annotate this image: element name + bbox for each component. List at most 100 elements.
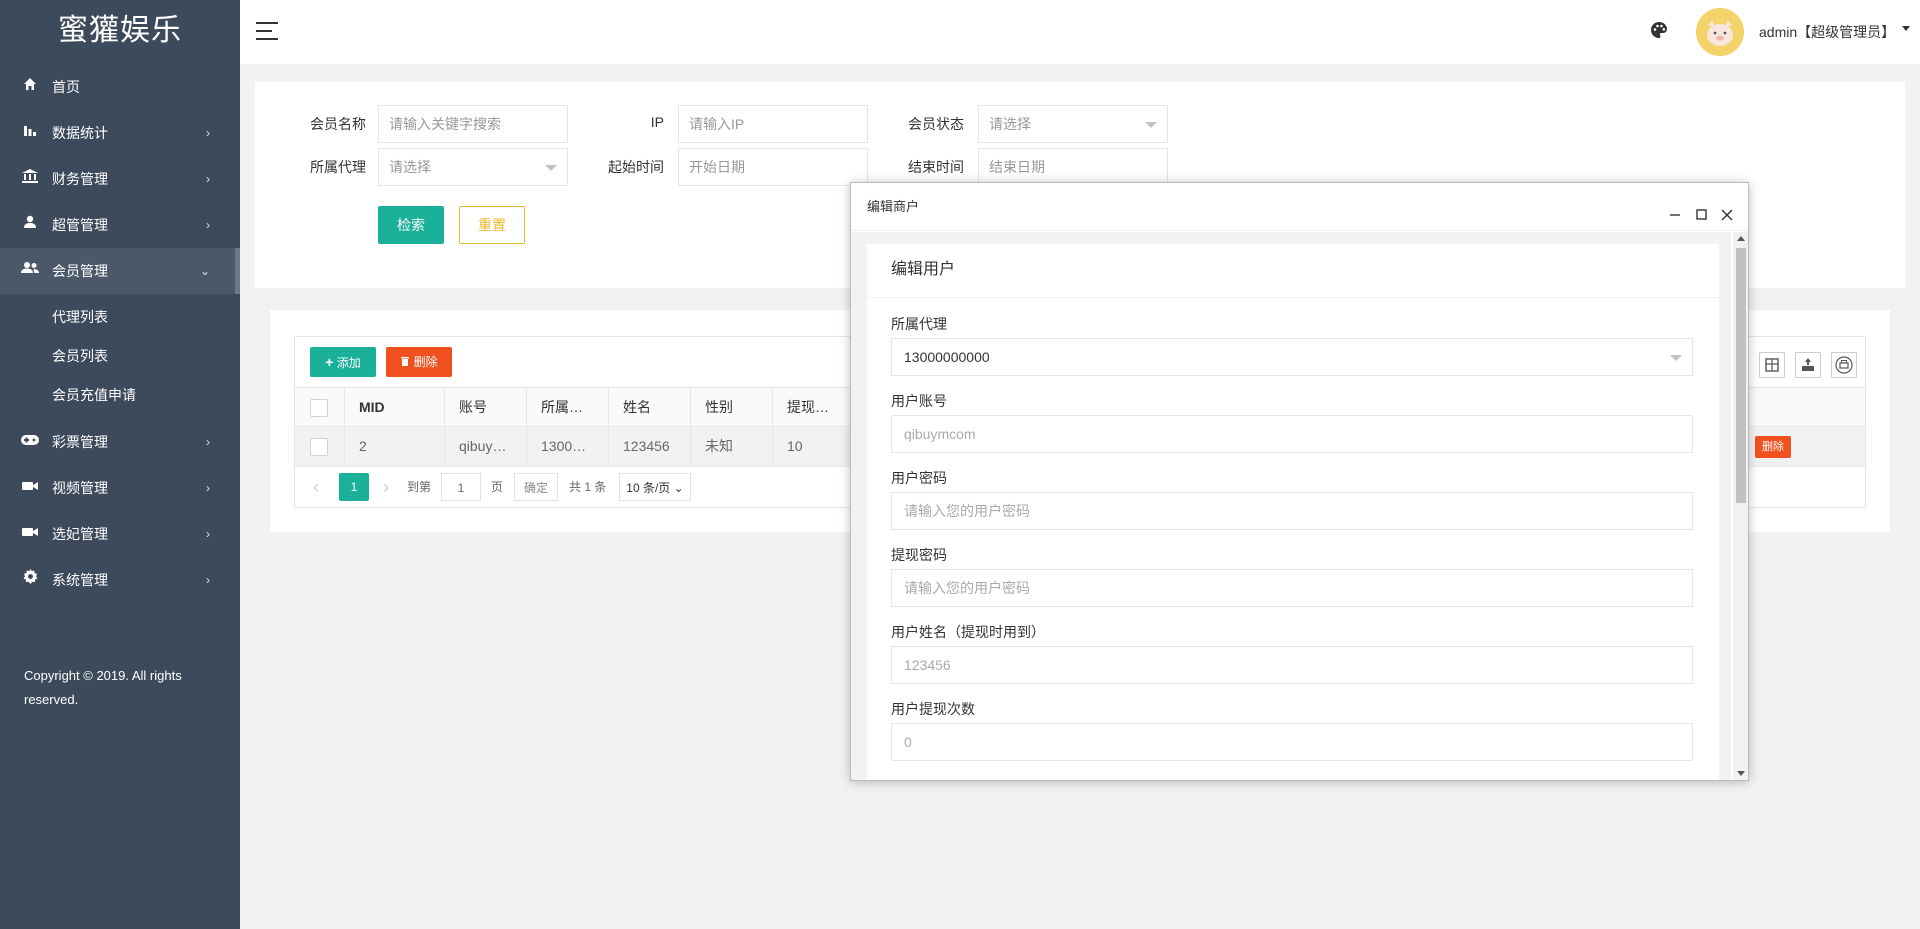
- gamepad-icon: [20, 419, 40, 465]
- scroll-up-icon[interactable]: [1737, 236, 1745, 241]
- chevron-right-icon: ›: [206, 218, 210, 232]
- minimize-icon[interactable]: [1665, 197, 1685, 217]
- sidebar-subitem-agents[interactable]: 代理列表: [0, 298, 240, 337]
- scroll-thumb[interactable]: [1736, 248, 1746, 503]
- card-title: 编辑用户: [867, 244, 1719, 298]
- caret-down-icon: [1670, 355, 1682, 361]
- column-header-label: MID: [359, 399, 385, 415]
- caret-down-icon[interactable]: [1902, 26, 1910, 31]
- user-icon: [20, 202, 40, 248]
- columns-filter-icon[interactable]: [1759, 352, 1785, 378]
- plus-icon: +: [325, 354, 334, 370]
- account-input[interactable]: qibuymcom: [891, 415, 1693, 453]
- status-label: 会员状态: [908, 116, 964, 132]
- goto-label: 到第: [407, 480, 432, 494]
- field-label-agent: 所属代理: [891, 316, 947, 332]
- page-label: 页: [491, 480, 504, 494]
- delete-button-label: 删除: [413, 355, 438, 369]
- scroll-down-icon[interactable]: [1737, 771, 1745, 776]
- field-label-real-name: 用户姓名（提现时用到）: [891, 624, 1045, 640]
- cell-name: 123456: [609, 427, 691, 465]
- end-date-label: 结束时间: [908, 159, 964, 175]
- sidebar-item-concubine[interactable]: 选妃管理 ›: [0, 511, 240, 557]
- member-name-input[interactable]: 请输入关键字搜索: [378, 105, 568, 143]
- prev-page-icon[interactable]: ‹: [313, 473, 329, 501]
- real-name-input[interactable]: 123456: [891, 646, 1693, 684]
- sidebar-item-video[interactable]: 视频管理 ›: [0, 465, 240, 511]
- sidebar-subitem-member-list[interactable]: 会员列表: [0, 337, 240, 376]
- members-submenu: 代理列表 会员列表 会员充值申请: [0, 294, 240, 419]
- cell-mid: 2: [345, 427, 445, 465]
- chevron-right-icon: ›: [206, 172, 210, 186]
- search-button[interactable]: 检索: [378, 206, 444, 244]
- sidebar-item-label: 首页: [52, 79, 80, 95]
- agent-select[interactable]: 请选择: [378, 148, 568, 186]
- status-select-value: 请选择: [989, 116, 1031, 132]
- sidebar-item-home[interactable]: 首页: [0, 64, 240, 110]
- chevron-right-icon: ›: [206, 435, 210, 449]
- reset-button[interactable]: 重置: [459, 206, 525, 244]
- sidebar-item-system[interactable]: 系统管理 ›: [0, 557, 240, 603]
- row-checkbox[interactable]: [310, 438, 328, 456]
- withdraw-password-input[interactable]: 请输入您的用户密码: [891, 569, 1693, 607]
- video-icon: [20, 465, 40, 511]
- sidebar-item-finance[interactable]: 财务管理 ›: [0, 156, 240, 202]
- close-icon[interactable]: [1717, 197, 1737, 221]
- bank-icon: [20, 156, 40, 202]
- caret-down-icon: [545, 165, 557, 171]
- ip-label: IP: [650, 114, 664, 130]
- copyright-text: Copyright © 2019. All rights reserved.: [24, 668, 182, 707]
- chevron-right-icon: ›: [206, 126, 210, 140]
- agent-select[interactable]: 13000000000: [891, 338, 1693, 376]
- avatar[interactable]: [1696, 8, 1744, 56]
- select-all-checkbox[interactable]: [310, 399, 328, 417]
- start-date-input[interactable]: 开始日期: [678, 148, 868, 186]
- field-label-password: 用户密码: [891, 470, 947, 486]
- goto-page-input[interactable]: 1: [441, 473, 481, 501]
- maximize-icon[interactable]: [1691, 197, 1711, 220]
- column-header-mid[interactable]: MID: [345, 388, 445, 426]
- next-page-icon[interactable]: ›: [383, 473, 399, 501]
- password-input[interactable]: 请输入您的用户密码: [891, 492, 1693, 530]
- add-button[interactable]: + 添加: [310, 347, 376, 377]
- per-page-value: 10 条/页: [626, 481, 671, 495]
- sidebar-item-super-admin[interactable]: 超管管理 ›: [0, 202, 240, 248]
- row-delete-button[interactable]: 删除: [1755, 436, 1791, 458]
- modal-title: 编辑商户: [867, 199, 920, 214]
- per-page-select[interactable]: 10 条/页 ⌄: [619, 473, 691, 501]
- trash-icon: [400, 355, 413, 369]
- withdraw-count-input[interactable]: 0: [891, 723, 1693, 761]
- gear-icon: [20, 557, 40, 603]
- sidebar-item-label: 会员管理: [52, 263, 108, 279]
- column-header-gender: 性别: [691, 388, 773, 426]
- sidebar-item-statistics[interactable]: 数据统计 ›: [0, 110, 240, 156]
- sidebar-item-lottery[interactable]: 彩票管理 ›: [0, 419, 240, 465]
- page-button-current[interactable]: 1: [339, 473, 369, 501]
- sidebar-subitem-recharge[interactable]: 会员充值申请: [0, 376, 240, 415]
- header-checkbox-cell: [295, 388, 345, 426]
- export-icon[interactable]: [1795, 352, 1821, 378]
- cell-withdraw: 10: [773, 427, 855, 465]
- chevron-right-icon: ›: [206, 573, 210, 587]
- status-select[interactable]: 请选择: [978, 105, 1168, 143]
- modal-body: 编辑用户 所属代理 13000000000 用户账号 qibuymcom 用户密…: [851, 232, 1731, 780]
- ip-input[interactable]: 请输入IP: [678, 105, 868, 143]
- goto-confirm-button[interactable]: 确定: [514, 473, 558, 501]
- menu-toggle-icon[interactable]: [256, 22, 278, 40]
- chevron-down-icon: ⌄: [199, 264, 210, 278]
- user-menu[interactable]: admin【超级管理员】: [1759, 22, 1895, 42]
- print-icon[interactable]: [1831, 352, 1857, 378]
- field-label-withdraw-count: 用户提现次数: [891, 701, 975, 717]
- agent-label: 所属代理: [310, 159, 366, 175]
- end-date-input[interactable]: 结束日期: [978, 148, 1168, 186]
- sidebar-item-members[interactable]: 会员管理 ⌄: [0, 248, 240, 294]
- caret-down-icon: ⌄: [673, 481, 684, 495]
- cell-account: qibuy…: [445, 427, 527, 465]
- pagination: ‹ 1 › 到第 1 页 确定 共 1 条 10 条/页 ⌄: [295, 473, 895, 503]
- delete-button[interactable]: 删除: [386, 347, 452, 377]
- modal-scrollbar[interactable]: [1733, 232, 1748, 780]
- edit-merchant-modal: 编辑商户 编辑用户 所属代理 13000000000 用户账号 qibuymco…: [850, 182, 1749, 781]
- column-header-account: 账号: [445, 388, 527, 426]
- palette-icon[interactable]: [1650, 21, 1670, 41]
- sidebar-item-label: 彩票管理: [52, 434, 108, 450]
